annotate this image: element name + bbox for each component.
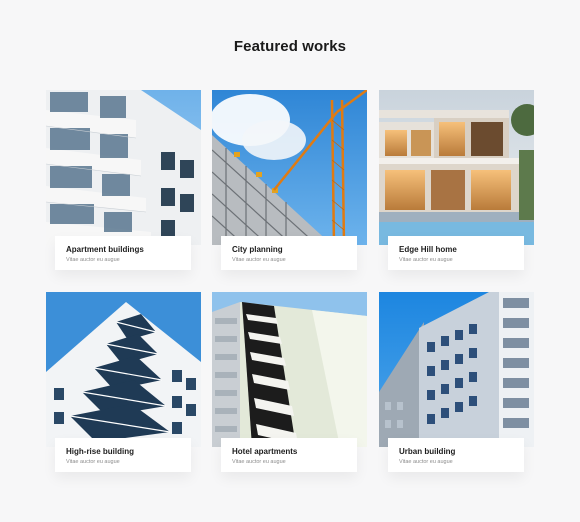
featured-works-grid: Apartment buildings Vitae auctor eu augu… (46, 90, 534, 480)
work-title[interactable]: Urban building (399, 447, 455, 456)
high-rise-building-image (46, 292, 201, 447)
work-image-hotel-apartments[interactable] (212, 292, 367, 447)
work-subtitle: Vitae auctor eu augue (232, 257, 286, 263)
work-caption: Apartment buildings Vitae auctor eu augu… (55, 236, 191, 270)
edge-hill-home-image (379, 90, 534, 245)
work-card-high-rise-building[interactable]: High-rise building Vitae auctor eu augue (46, 292, 201, 474)
work-caption: Edge Hill home Vitae auctor eu augue (388, 236, 524, 270)
section-title: Featured works (233, 38, 347, 55)
work-subtitle: Vitae auctor eu augue (232, 459, 286, 465)
work-card-edge-hill-home[interactable]: Edge Hill home Vitae auctor eu augue (379, 90, 534, 272)
work-card-apartment-buildings[interactable]: Apartment buildings Vitae auctor eu augu… (46, 90, 201, 272)
apartment-buildings-image (46, 90, 201, 245)
work-title[interactable]: Hotel apartments (232, 447, 297, 456)
work-title[interactable]: Apartment buildings (66, 245, 144, 254)
work-title[interactable]: City planning (232, 245, 283, 254)
city-planning-image (212, 90, 367, 245)
work-image-urban-building[interactable] (379, 292, 534, 447)
work-card-urban-building[interactable]: Urban building Vitae auctor eu augue (379, 292, 534, 474)
urban-building-image (379, 292, 534, 447)
work-caption: Hotel apartments Vitae auctor eu augue (221, 438, 357, 472)
work-image-edge-hill-home[interactable] (379, 90, 534, 245)
work-subtitle: Vitae auctor eu augue (66, 459, 120, 465)
work-image-high-rise-building[interactable] (46, 292, 201, 447)
work-subtitle: Vitae auctor eu augue (399, 257, 453, 263)
work-card-hotel-apartments[interactable]: Hotel apartments Vitae auctor eu augue (212, 292, 367, 474)
work-card-city-planning[interactable]: City planning Vitae auctor eu augue (212, 90, 367, 272)
work-caption: High-rise building Vitae auctor eu augue (55, 438, 191, 472)
work-caption: City planning Vitae auctor eu augue (221, 236, 357, 270)
work-title[interactable]: High-rise building (66, 447, 134, 456)
work-subtitle: Vitae auctor eu augue (66, 257, 120, 263)
work-title[interactable]: Edge Hill home (399, 245, 457, 254)
hotel-apartments-image (212, 292, 367, 447)
work-image-apartment-buildings[interactable] (46, 90, 201, 245)
work-subtitle: Vitae auctor eu augue (399, 459, 453, 465)
work-caption: Urban building Vitae auctor eu augue (388, 438, 524, 472)
work-image-city-planning[interactable] (212, 90, 367, 245)
